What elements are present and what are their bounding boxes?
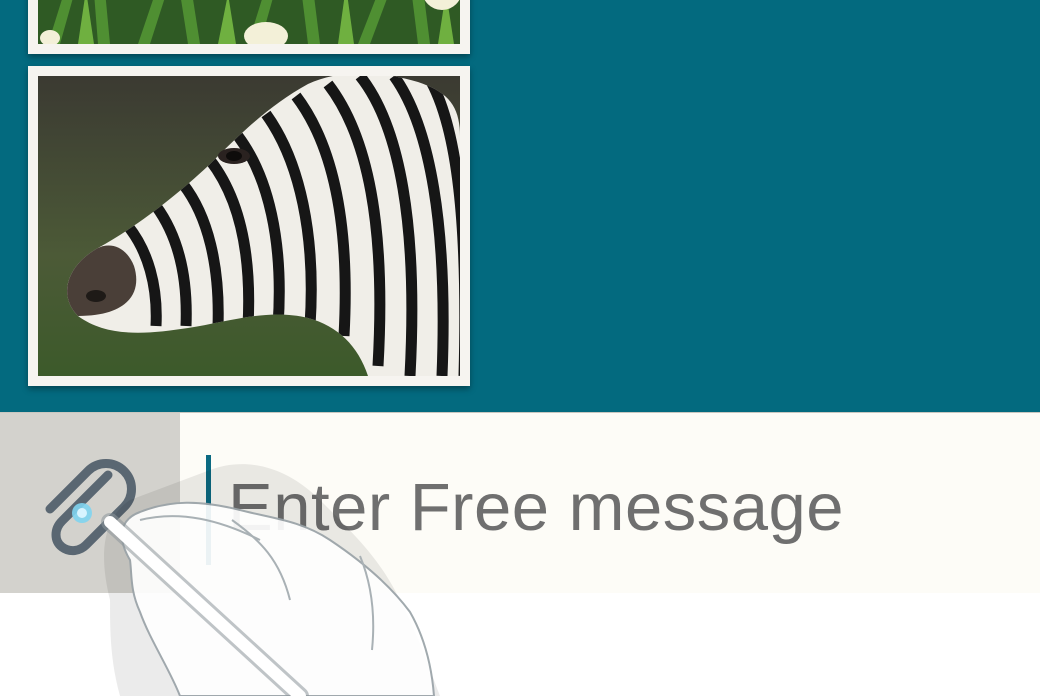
zebra-illustration xyxy=(38,76,460,376)
bottom-area xyxy=(0,593,1040,696)
attach-button[interactable] xyxy=(0,413,180,593)
message-composer: Enter Free message xyxy=(0,412,1040,594)
tulips-illustration xyxy=(38,0,460,44)
zebra-photo-thumbnail[interactable] xyxy=(28,66,470,386)
zebra-image xyxy=(38,76,460,376)
message-input[interactable]: Enter Free message xyxy=(228,469,844,546)
paperclip-icon xyxy=(45,459,136,556)
tulips-photo-thumbnail[interactable] xyxy=(28,0,470,54)
tulips-image xyxy=(38,0,460,44)
text-cursor xyxy=(206,455,211,565)
